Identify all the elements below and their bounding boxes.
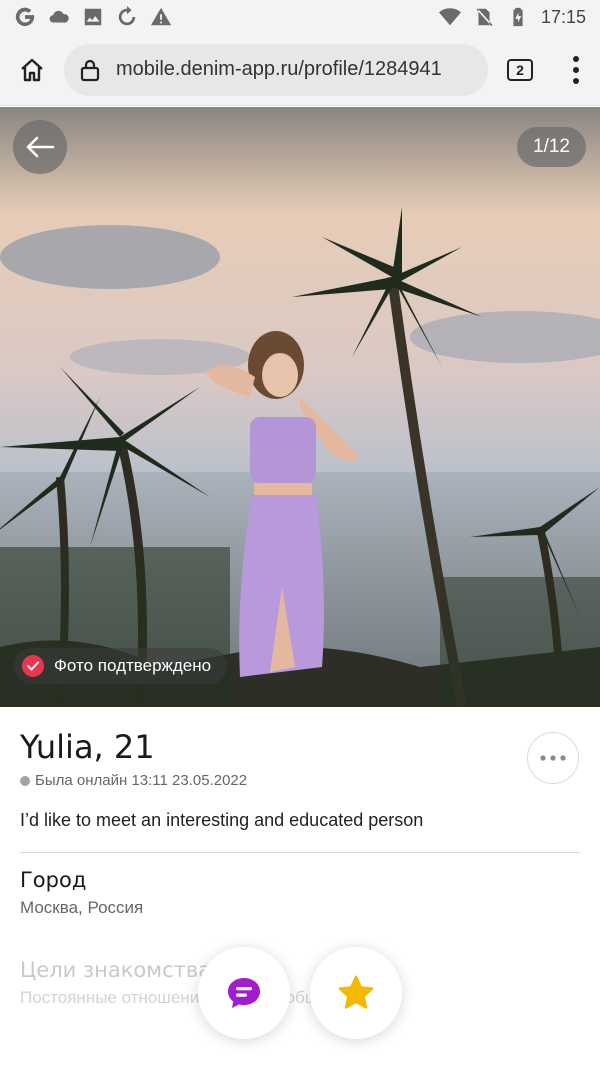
last-online-text: Была онлайн 13:11 23.05.2022 [35,772,248,789]
refresh-icon [116,6,138,28]
star-icon [338,975,374,1009]
status-time: 17:15 [540,6,586,27]
address-bar[interactable]: mobile.denim-app.ru/profile/1284941 [64,43,488,96]
profile-name: Yulia, 21 [20,728,155,766]
check-icon [22,655,44,677]
warning-icon [150,6,172,28]
photo-verified-label: Фото подтверждено [54,656,212,675]
arrow-left-icon [26,136,55,158]
wifi-icon [438,6,461,28]
profile-bio: I’d like to meet an interesting and educ… [20,810,424,830]
more-options-button[interactable] [527,732,579,784]
google-g-icon [14,6,36,28]
cloud-icon [48,6,70,28]
goals-label: Цели знакомства [20,958,212,982]
browser-menu-button[interactable] [552,34,600,106]
lock-icon [80,59,100,81]
divider [20,852,580,853]
home-icon [21,58,43,81]
goals-value: Постоянные отношения, дружба, общение [20,988,357,1007]
image-icon [82,6,104,28]
status-bar: 17:15 [0,0,600,34]
no-sim-icon [473,6,495,28]
home-button[interactable] [0,34,64,106]
battery-charging-icon [507,6,529,28]
city-value: Москва, Россия [20,898,144,917]
photo-verified-badge: Фото подтверждено [14,648,228,684]
last-online-status: Была онлайн 13:11 23.05.2022 [20,772,247,789]
online-status-dot [20,775,30,786]
more-horizontal-icon [540,755,566,761]
city-label: Город [20,868,87,892]
photo-counter: 1/12 [517,127,586,167]
browser-toolbar: mobile.denim-app.ru/profile/1284941 2 [0,34,600,106]
message-button[interactable] [198,947,290,1039]
more-vertical-icon [573,55,579,84]
profile-photo-image [0,107,600,707]
profile-photo[interactable]: 1/12 Фото подтверждено [0,107,600,707]
tab-switcher-button[interactable]: 2 [488,34,552,106]
tab-count: 2 [507,58,533,81]
chat-icon [228,978,260,1008]
back-button[interactable] [13,120,67,174]
url-text: mobile.denim-app.ru/profile/1284941 [116,58,442,80]
favorite-button[interactable] [310,947,402,1039]
